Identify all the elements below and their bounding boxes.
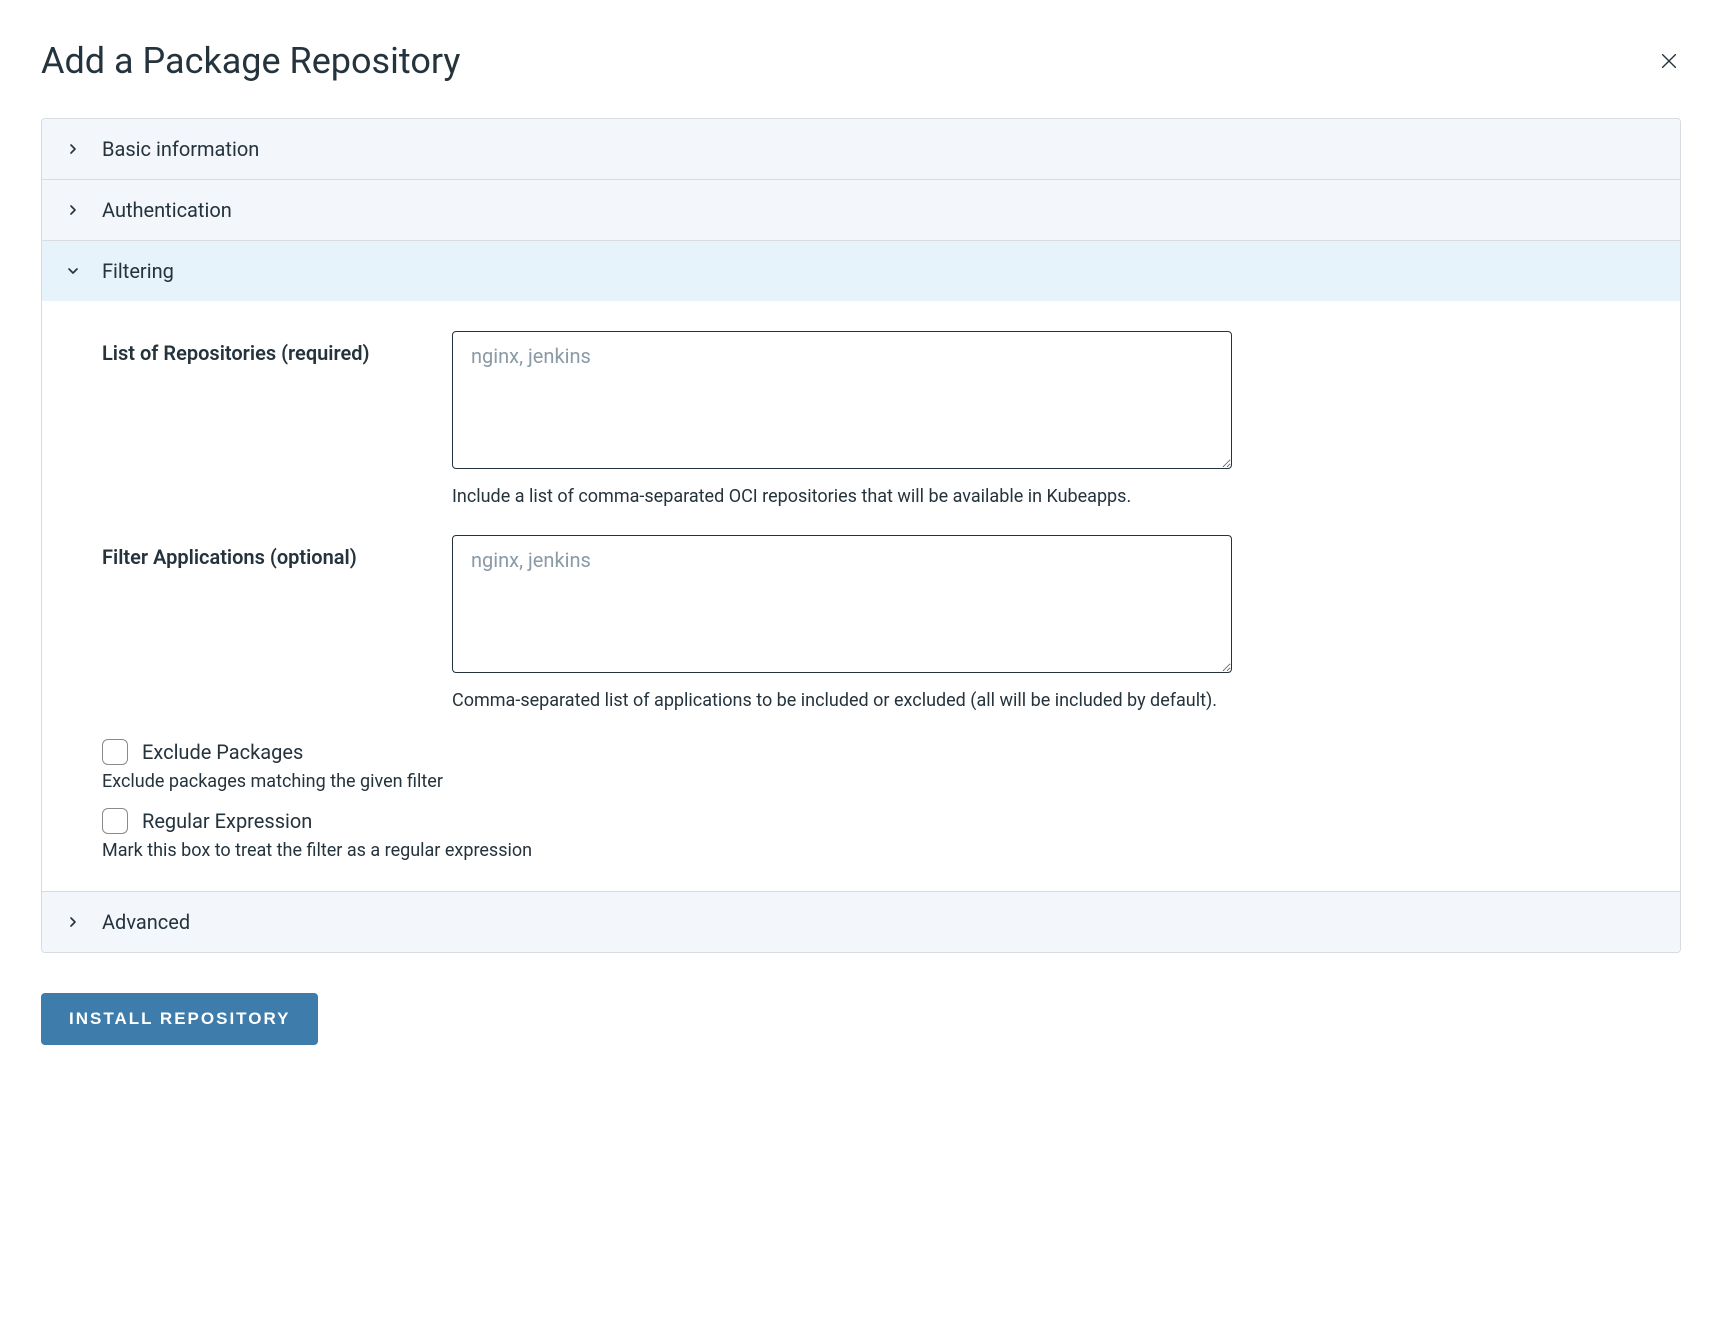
form-row-repositories: List of Repositories (required) Include … (102, 331, 1620, 507)
add-repository-modal: Add a Package Repository Basic informati… (41, 40, 1681, 1045)
regex-row: Regular Expression (102, 808, 1620, 834)
modal-title: Add a Package Repository (41, 40, 460, 82)
accordion-label: Advanced (102, 910, 190, 934)
close-icon (1658, 50, 1680, 72)
exclude-packages-help: Exclude packages matching the given filt… (102, 771, 1620, 792)
exclude-packages-group: Exclude Packages Exclude packages matchi… (102, 739, 1620, 792)
close-button[interactable] (1657, 49, 1681, 73)
modal-header: Add a Package Repository (41, 40, 1681, 82)
regex-group: Regular Expression Mark this box to trea… (102, 808, 1620, 861)
accordion-item-advanced: Advanced (42, 892, 1680, 952)
accordion-header-authentication[interactable]: Authentication (42, 180, 1680, 240)
list-repositories-label: List of Repositories (required) (102, 341, 412, 365)
form-row-filter-apps: Filter Applications (optional) Comma-sep… (102, 535, 1620, 711)
exclude-packages-label: Exclude Packages (142, 740, 303, 764)
regex-help: Mark this box to treat the filter as a r… (102, 840, 1620, 861)
accordion-header-filtering[interactable]: Filtering (42, 241, 1680, 301)
list-repositories-input[interactable] (452, 331, 1232, 469)
filter-applications-help: Comma-separated list of applications to … (452, 690, 1232, 711)
accordion-label: Authentication (102, 198, 232, 222)
chevron-right-icon (64, 913, 82, 931)
filter-applications-input[interactable] (452, 535, 1232, 673)
exclude-packages-checkbox[interactable] (102, 739, 128, 765)
accordion-item-filtering: Filtering List of Repositories (required… (42, 241, 1680, 892)
chevron-right-icon (64, 201, 82, 219)
chevron-right-icon (64, 140, 82, 158)
filtering-body: List of Repositories (required) Include … (42, 301, 1680, 891)
filter-applications-label: Filter Applications (optional) (102, 545, 412, 569)
accordion-label: Filtering (102, 259, 174, 283)
exclude-packages-row: Exclude Packages (102, 739, 1620, 765)
accordion-item-basic-info: Basic information (42, 119, 1680, 180)
install-repository-button[interactable]: INSTALL REPOSITORY (41, 993, 318, 1045)
accordion-item-authentication: Authentication (42, 180, 1680, 241)
regex-checkbox[interactable] (102, 808, 128, 834)
list-repositories-help: Include a list of comma-separated OCI re… (452, 486, 1232, 507)
accordion-header-advanced[interactable]: Advanced (42, 892, 1680, 952)
accordion-header-basic-info[interactable]: Basic information (42, 119, 1680, 179)
regex-label: Regular Expression (142, 809, 312, 833)
chevron-down-icon (64, 262, 82, 280)
accordion: Basic information Authentication Filteri… (41, 118, 1681, 953)
modal-footer: INSTALL REPOSITORY (41, 993, 1681, 1045)
accordion-label: Basic information (102, 137, 259, 161)
